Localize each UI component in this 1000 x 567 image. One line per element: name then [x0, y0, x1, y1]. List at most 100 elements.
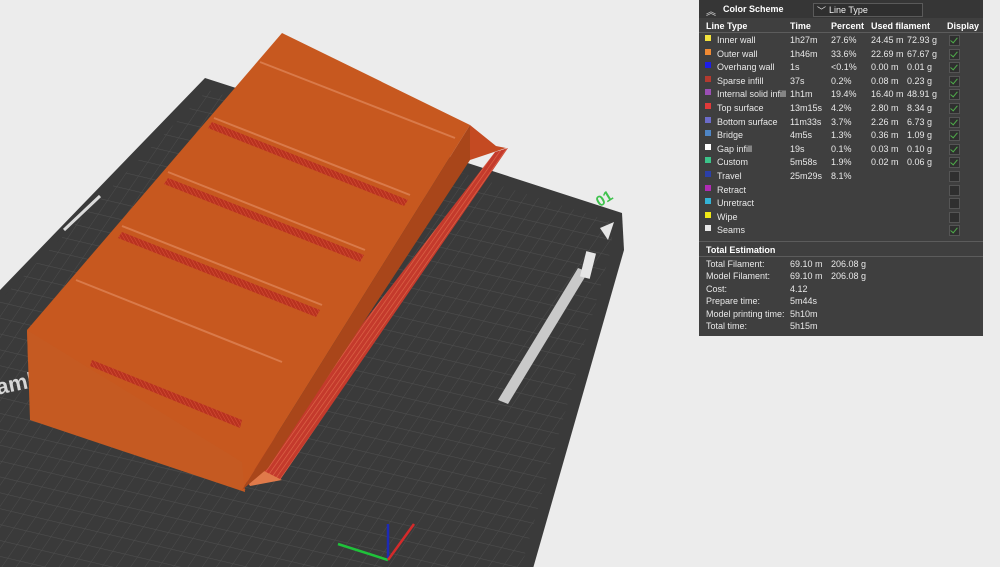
color-swatch: [705, 35, 711, 41]
line-type-percent: 27.6%: [831, 35, 857, 45]
color-swatch: [705, 75, 711, 82]
color-swatch: [705, 48, 711, 55]
display-checkbox[interactable]: [949, 171, 960, 182]
line-type-weight: 72.93 g: [907, 35, 938, 45]
line-type-name: Travel: [717, 171, 742, 181]
header-used-filament: Used filament: [871, 21, 931, 31]
total-header-divider: [699, 256, 983, 257]
display-checkbox[interactable]: [949, 198, 960, 210]
color-swatch: [705, 89, 711, 96]
line-type-weight: 0.23 g: [907, 75, 933, 86]
line-type-time: 4m5s: [790, 130, 813, 141]
total-row: Cost: 4.12: [699, 284, 983, 296]
line-type-row: Internal solid infill 1h1m 19.4% 16.40 m 48.…: [699, 88, 983, 101]
display-checkbox[interactable]: [949, 62, 960, 74]
display-checkbox[interactable]: [949, 130, 960, 142]
total-value-weight: 206.08 g: [831, 259, 867, 269]
color-swatch: [705, 198, 711, 205]
line-type-row: Inner wall 1h27m 27.6% 24.45 m 72.93 g: [699, 34, 983, 47]
display-checkbox[interactable]: [949, 184, 960, 196]
line-type-time: 1h27m: [790, 35, 818, 45]
line-type-row: Sparse infill 37s 0.2% 0.08 m 0.23 g: [699, 75, 983, 88]
color-swatch: [705, 171, 711, 177]
line-type-name: Top surface: [717, 103, 764, 113]
line-type-length: 0.36 m: [871, 130, 899, 141]
line-type-name: Sparse infill: [717, 75, 764, 86]
line-type-length: 2.80 m: [871, 103, 899, 113]
line-type-name: Overhang wall: [717, 62, 775, 73]
line-type-row: Overhang wall 1s <0.1% 0.00 m 0.01 g: [699, 61, 983, 74]
header-divider: [699, 32, 983, 33]
header-line-type: Line Type: [706, 21, 748, 31]
display-checkbox[interactable]: [949, 89, 960, 101]
line-type-length: 2.26 m: [871, 116, 899, 127]
total-value: 69.10 m: [790, 271, 823, 282]
header-display: Display: [947, 21, 980, 31]
line-type-percent: 0.1%: [831, 143, 852, 154]
line-type-row: Travel 25m29s 8.1%: [699, 170, 983, 183]
line-type-name: Outer wall: [717, 48, 758, 59]
line-type-name: Seams: [717, 225, 746, 236]
line-type-row: Unretract: [699, 197, 983, 210]
line-type-percent: <0.1%: [831, 62, 857, 73]
collapse-chevron-icon[interactable]: ︽: [706, 3, 716, 18]
display-checkbox[interactable]: [949, 75, 960, 87]
total-divider: [699, 241, 983, 242]
line-type-weight: 8.34 g: [907, 103, 933, 113]
line-type-weight: 0.10 g: [907, 143, 933, 154]
line-type-row: Retract: [699, 184, 983, 197]
total-value: 4.12: [790, 283, 808, 294]
line-type-weight: 1.09 g: [907, 130, 933, 141]
line-type-name: Internal solid infill: [717, 89, 787, 100]
line-type-name: Custom: [717, 157, 749, 168]
line-type-row: Outer wall 1h46m 33.6% 22.69 m 67.67 g: [699, 48, 983, 61]
display-checkbox[interactable]: [949, 225, 960, 237]
line-type-length: 0.00 m: [871, 62, 899, 73]
color-swatch: [705, 130, 711, 137]
line-type-weight: 6.73 g: [907, 116, 933, 127]
line-type-weight: 0.01 g: [907, 62, 933, 73]
total-label: Total Filament:: [706, 259, 765, 269]
color-scheme-panel: ︽ Color Scheme ﹀ Line Type Line Type Tim…: [699, 0, 983, 336]
total-row: Total Filament: 69.10 m 206.08 g: [699, 259, 983, 271]
total-label: Total time:: [706, 321, 748, 331]
display-checkbox[interactable]: [949, 157, 960, 169]
line-type-time: 1h46m: [790, 48, 818, 59]
line-type-time: 25m29s: [790, 171, 823, 181]
line-type-weight: 67.67 g: [907, 48, 938, 59]
line-type-percent: 19.4%: [831, 89, 857, 100]
display-checkbox[interactable]: [949, 103, 960, 114]
line-type-length: 0.02 m: [871, 157, 899, 168]
color-swatch: [705, 103, 711, 109]
line-type-length: 22.69 m: [871, 48, 904, 59]
total-row: Model printing time: 5h10m: [699, 309, 983, 321]
line-type-length: 0.03 m: [871, 143, 899, 154]
total-value: 5h10m: [790, 308, 818, 319]
line-type-name: Inner wall: [717, 35, 756, 45]
line-type-row: Top surface 13m15s 4.2% 2.80 m 8.34 g: [699, 102, 983, 115]
line-type-time: 37s: [790, 75, 805, 86]
display-checkbox[interactable]: [949, 35, 960, 46]
display-checkbox[interactable]: [949, 116, 960, 128]
line-type-name: Retract: [717, 184, 747, 195]
total-label: Prepare time:: [706, 296, 761, 307]
total-label: Model printing time:: [706, 308, 785, 319]
display-checkbox[interactable]: [949, 211, 960, 223]
line-type-row: Seams: [699, 224, 983, 237]
line-type-row: Bottom surface 11m33s 3.7% 2.26 m 6.73 g: [699, 116, 983, 129]
line-type-weight: 0.06 g: [907, 157, 933, 168]
total-label: Model Filament:: [706, 271, 771, 282]
line-type-length: 24.45 m: [871, 35, 904, 45]
display-checkbox[interactable]: [949, 48, 960, 60]
line-type-name: Wipe: [717, 211, 738, 222]
line-type-time: 13m15s: [790, 103, 823, 113]
scheme-select[interactable]: ﹀ Line Type: [813, 3, 923, 17]
total-row: Prepare time: 5m44s: [699, 296, 983, 308]
line-type-row: Bridge 4m5s 1.3% 0.36 m 1.09 g: [699, 129, 983, 142]
line-type-weight: 48.91 g: [907, 89, 938, 100]
line-type-name: Bridge: [717, 130, 744, 141]
line-type-row: Custom 5m58s 1.9% 0.02 m 0.06 g: [699, 156, 983, 169]
color-swatch: [705, 184, 711, 191]
display-checkbox[interactable]: [949, 143, 960, 155]
chevron-down-icon: ﹀: [817, 6, 827, 16]
